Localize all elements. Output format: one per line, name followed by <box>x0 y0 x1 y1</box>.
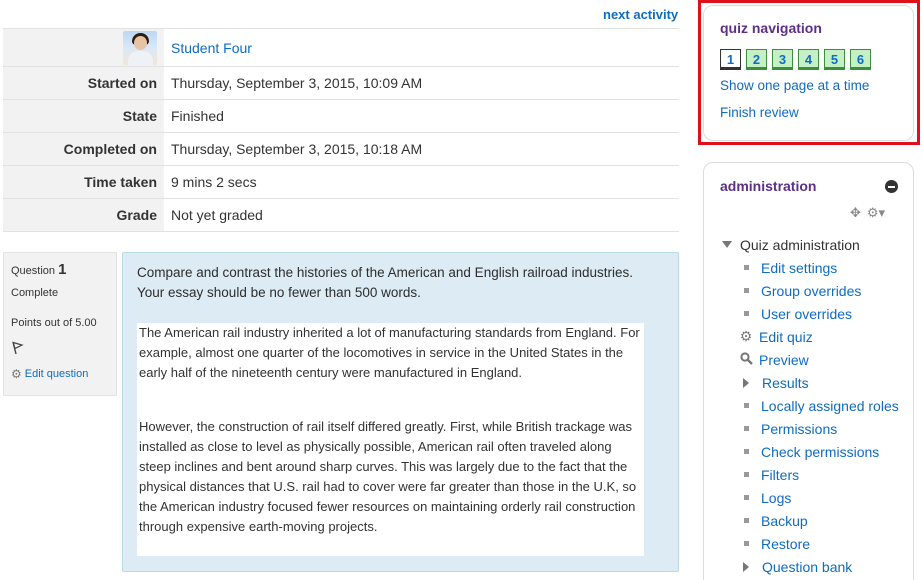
table-row: Time taken 9 mins 2 secs <box>3 165 679 199</box>
bullet-icon <box>744 449 749 454</box>
bullet-icon <box>744 518 749 523</box>
block-tools: ✥ ⚙▾ <box>850 205 885 221</box>
edit-question-label: Edit question <box>24 368 89 380</box>
admin-tree: Quiz administration Edit settings Group … <box>720 233 899 578</box>
administration-title: administration <box>720 178 817 194</box>
admin-item-user-overrides[interactable]: User overrides <box>738 302 899 325</box>
quiz-administration-label: Quiz administration <box>740 236 860 253</box>
admin-item-label[interactable]: Question bank <box>762 559 852 575</box>
row-label: State <box>3 99 164 133</box>
admin-item-label[interactable]: Locally assigned roles <box>761 398 899 414</box>
row-label: Grade <box>3 198 164 232</box>
answer-paragraph: The American rail industry inherited a l… <box>139 325 640 380</box>
edit-question-link[interactable]: ⚙ Edit question <box>11 367 109 381</box>
avatar-cell <box>3 28 164 67</box>
row-value: Thursday, September 3, 2015, 10:18 AM <box>164 132 679 166</box>
row-label: Completed on <box>3 132 164 166</box>
bullet-icon <box>744 311 749 316</box>
highlight-box <box>698 0 920 145</box>
table-row: Grade Not yet graded <box>3 198 679 232</box>
question-info: Question 1 Complete Points out of 5.00 ⚙… <box>3 252 117 396</box>
student-cell: Student Four <box>164 28 679 67</box>
caret-down-icon <box>722 241 732 248</box>
admin-item-results[interactable]: Results <box>738 371 899 394</box>
table-row: Started on Thursday, September 3, 2015, … <box>3 66 679 100</box>
table-row: State Finished <box>3 99 679 133</box>
admin-item-label[interactable]: Backup <box>761 513 808 529</box>
collapse-icon[interactable] <box>885 180 898 193</box>
move-icon[interactable]: ✥ <box>850 205 861 221</box>
admin-item-label[interactable]: Group overrides <box>761 283 861 299</box>
admin-item-label[interactable]: Logs <box>761 490 791 506</box>
admin-item-label[interactable]: Edit quiz <box>759 329 813 345</box>
question-content: Compare and contrast the histories of th… <box>122 252 679 572</box>
admin-item-label[interactable]: Preview <box>759 352 809 368</box>
row-label: Started on <box>3 66 164 100</box>
gear-icon: ⚙ <box>11 367 22 381</box>
table-row: Completed on Thursday, September 3, 2015… <box>3 132 679 166</box>
bullet-icon <box>744 495 749 500</box>
admin-item-permissions[interactable]: Permissions <box>738 417 899 440</box>
admin-item-label[interactable]: User overrides <box>761 306 852 322</box>
admin-item-check-permissions[interactable]: Check permissions <box>738 440 899 463</box>
admin-item-preview[interactable]: Preview <box>738 348 899 371</box>
row-value: Finished <box>164 99 679 133</box>
bullet-icon <box>744 265 749 270</box>
admin-item-restore[interactable]: Restore <box>738 532 899 555</box>
answer-paragraph: However, the construction of rail itself… <box>139 419 637 534</box>
row-value: Thursday, September 3, 2015, 10:09 AM <box>164 66 679 100</box>
bullet-icon <box>744 541 749 546</box>
admin-item-group-overrides[interactable]: Group overrides <box>738 279 899 302</box>
admin-item-label[interactable]: Restore <box>761 536 810 552</box>
question-number-value: 1 <box>58 261 67 278</box>
caret-right-icon <box>743 561 749 572</box>
gear-menu-icon[interactable]: ⚙▾ <box>867 205 885 221</box>
quiz-administration-node[interactable]: Quiz administration <box>720 233 899 256</box>
admin-item-label[interactable]: Check permissions <box>761 444 879 460</box>
review-summary-table: Student Four Started on Thursday, Septem… <box>3 28 679 232</box>
admin-item-label[interactable]: Permissions <box>761 421 837 437</box>
table-row: Student Four <box>3 28 679 67</box>
bullet-icon <box>744 426 749 431</box>
admin-item-label[interactable]: Results <box>762 375 809 391</box>
question-status: Complete <box>11 287 59 299</box>
admin-item-edit-settings[interactable]: Edit settings <box>738 256 899 279</box>
bullet-icon <box>744 403 749 408</box>
admin-item-logs[interactable]: Logs <box>738 486 899 509</box>
student-name-link[interactable]: Student Four <box>171 40 252 56</box>
avatar[interactable] <box>123 30 157 65</box>
admin-item-edit-quiz[interactable]: ⚙ Edit quiz <box>738 325 899 348</box>
question-points: Points out of 5.00 <box>11 317 97 329</box>
gear-icon: ⚙ <box>739 328 753 344</box>
essay-answer: The American rail industry inherited a l… <box>137 323 644 556</box>
flag-icon[interactable] <box>11 341 25 355</box>
next-activity-link[interactable]: next activity <box>603 7 678 22</box>
admin-item-label[interactable]: Edit settings <box>761 260 837 276</box>
admin-item-question-bank[interactable]: Question bank <box>738 555 899 578</box>
admin-item-locally-assigned-roles[interactable]: Locally assigned roles <box>738 394 899 417</box>
admin-item-backup[interactable]: Backup <box>738 509 899 532</box>
bullet-icon <box>744 472 749 477</box>
search-icon <box>738 351 754 368</box>
row-value: Not yet graded <box>164 198 679 232</box>
caret-right-icon <box>743 377 749 388</box>
row-label: Time taken <box>3 165 164 199</box>
bullet-icon <box>744 288 749 293</box>
administration-block: administration ✥ ⚙▾ Quiz administration … <box>703 162 914 580</box>
admin-item-filters[interactable]: Filters <box>738 463 899 486</box>
question-number: Question 1 <box>11 261 109 278</box>
row-value: 9 mins 2 secs <box>164 165 679 199</box>
question-prompt: Compare and contrast the histories of th… <box>137 265 634 300</box>
admin-item-label[interactable]: Filters <box>761 467 799 483</box>
question-label: Question <box>11 265 56 277</box>
